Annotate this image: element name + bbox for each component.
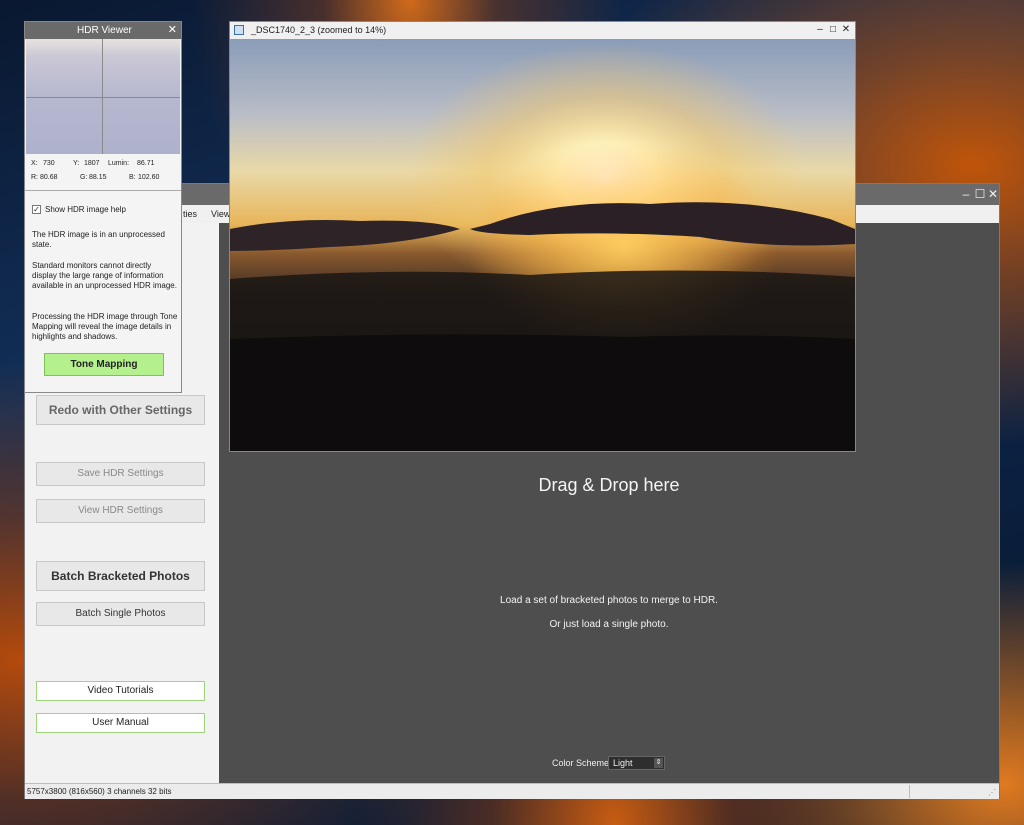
- image-title: _DSC1740_2_3 (zoomed to 14%): [251, 25, 387, 35]
- video-tutorials-button[interactable]: Video Tutorials: [36, 681, 205, 701]
- redo-settings-button[interactable]: Redo with Other Settings: [36, 395, 205, 425]
- color-scheme-value: Light: [613, 758, 633, 768]
- minimize-icon[interactable]: –: [814, 23, 826, 37]
- y-value: 1807: [84, 160, 100, 167]
- hdr-help-section: ✓ Show HDR image help The HDR image is i…: [25, 191, 181, 392]
- g-label: G:: [80, 174, 88, 181]
- menu-properties[interactable]: ties: [183, 209, 197, 219]
- b-value: 102.60: [138, 174, 160, 181]
- show-help-label[interactable]: Show HDR image help: [45, 205, 126, 214]
- image-window: _DSC1740_2_3 (zoomed to 14%) – □ ✕: [229, 21, 856, 452]
- status-text: 5757x3800 (816x560) 3 channels 32 bits: [27, 787, 172, 796]
- user-manual-button[interactable]: User Manual: [36, 713, 205, 733]
- drag-drop-heading: Drag & Drop here: [538, 475, 680, 495]
- help-paragraph-2: Standard monitors cannot directly displa…: [32, 261, 177, 290]
- help-paragraph-1: The HDR image is in an unprocessed state…: [32, 230, 165, 249]
- resize-grip-icon[interactable]: ⋰: [988, 788, 996, 797]
- batch-single-button[interactable]: Batch Single Photos: [36, 602, 205, 626]
- close-icon[interactable]: ✕: [168, 23, 177, 36]
- image-icon: [234, 25, 244, 35]
- updown-arrow-icon: ⇕: [654, 758, 663, 768]
- b-label: B:: [129, 174, 136, 181]
- hdr-viewer-title: HDR Viewer: [77, 25, 132, 36]
- menu-view[interactable]: View: [211, 209, 230, 219]
- lum-value: 86.71: [137, 160, 155, 167]
- y-label: Y:: [73, 160, 80, 167]
- r-value: 80.68: [40, 174, 58, 181]
- sunset-image: [230, 39, 855, 451]
- image-titlebar[interactable]: _DSC1740_2_3 (zoomed to 14%) – □ ✕: [230, 22, 855, 39]
- load-hint-single: Or just load a single photo.: [549, 619, 669, 630]
- crosshair-horizontal: [26, 97, 180, 98]
- save-hdr-settings-button[interactable]: Save HDR Settings: [36, 462, 205, 486]
- close-icon[interactable]: ✕: [840, 23, 852, 37]
- show-help-checkbox[interactable]: ✓: [32, 205, 41, 214]
- maximize-icon[interactable]: □: [827, 23, 839, 37]
- maximize-icon[interactable]: ☐: [973, 186, 987, 202]
- close-icon[interactable]: ✕: [986, 186, 1000, 202]
- g-value: 88.15: [89, 174, 107, 181]
- hdr-viewer-titlebar[interactable]: HDR Viewer ✕: [25, 22, 181, 39]
- statusbar: 5757x3800 (816x560) 3 channels 32 bits ⋰: [25, 783, 999, 799]
- help-paragraph-3: Processing the HDR image through Tone Ma…: [32, 312, 178, 341]
- minimize-icon[interactable]: –: [959, 186, 973, 202]
- load-hint-bracketed: Load a set of bracketed photos to merge …: [500, 595, 718, 606]
- batch-bracketed-button[interactable]: Batch Bracketed Photos: [36, 561, 205, 591]
- x-label: X:: [31, 160, 38, 167]
- color-scheme-label: Color Scheme:: [552, 758, 612, 768]
- tone-mapping-button[interactable]: Tone Mapping: [44, 353, 164, 376]
- lum-label: Lumin:: [108, 160, 130, 167]
- color-scheme-select[interactable]: Light ⇕: [608, 756, 665, 770]
- hdr-preview[interactable]: [26, 39, 180, 154]
- r-label: R:: [31, 174, 38, 181]
- pixel-readout: X: 730 Y: 1807 Lumin: 86.71 R: 80.68 G: …: [25, 154, 181, 190]
- hdr-viewer-panel: HDR Viewer ✕ X: 730 Y: 1807 Lumin: 86.71…: [24, 21, 182, 393]
- hdr-photo[interactable]: [230, 39, 855, 451]
- view-hdr-settings-button[interactable]: View HDR Settings: [36, 499, 205, 523]
- x-value: 730: [43, 160, 55, 167]
- status-divider: [909, 785, 910, 798]
